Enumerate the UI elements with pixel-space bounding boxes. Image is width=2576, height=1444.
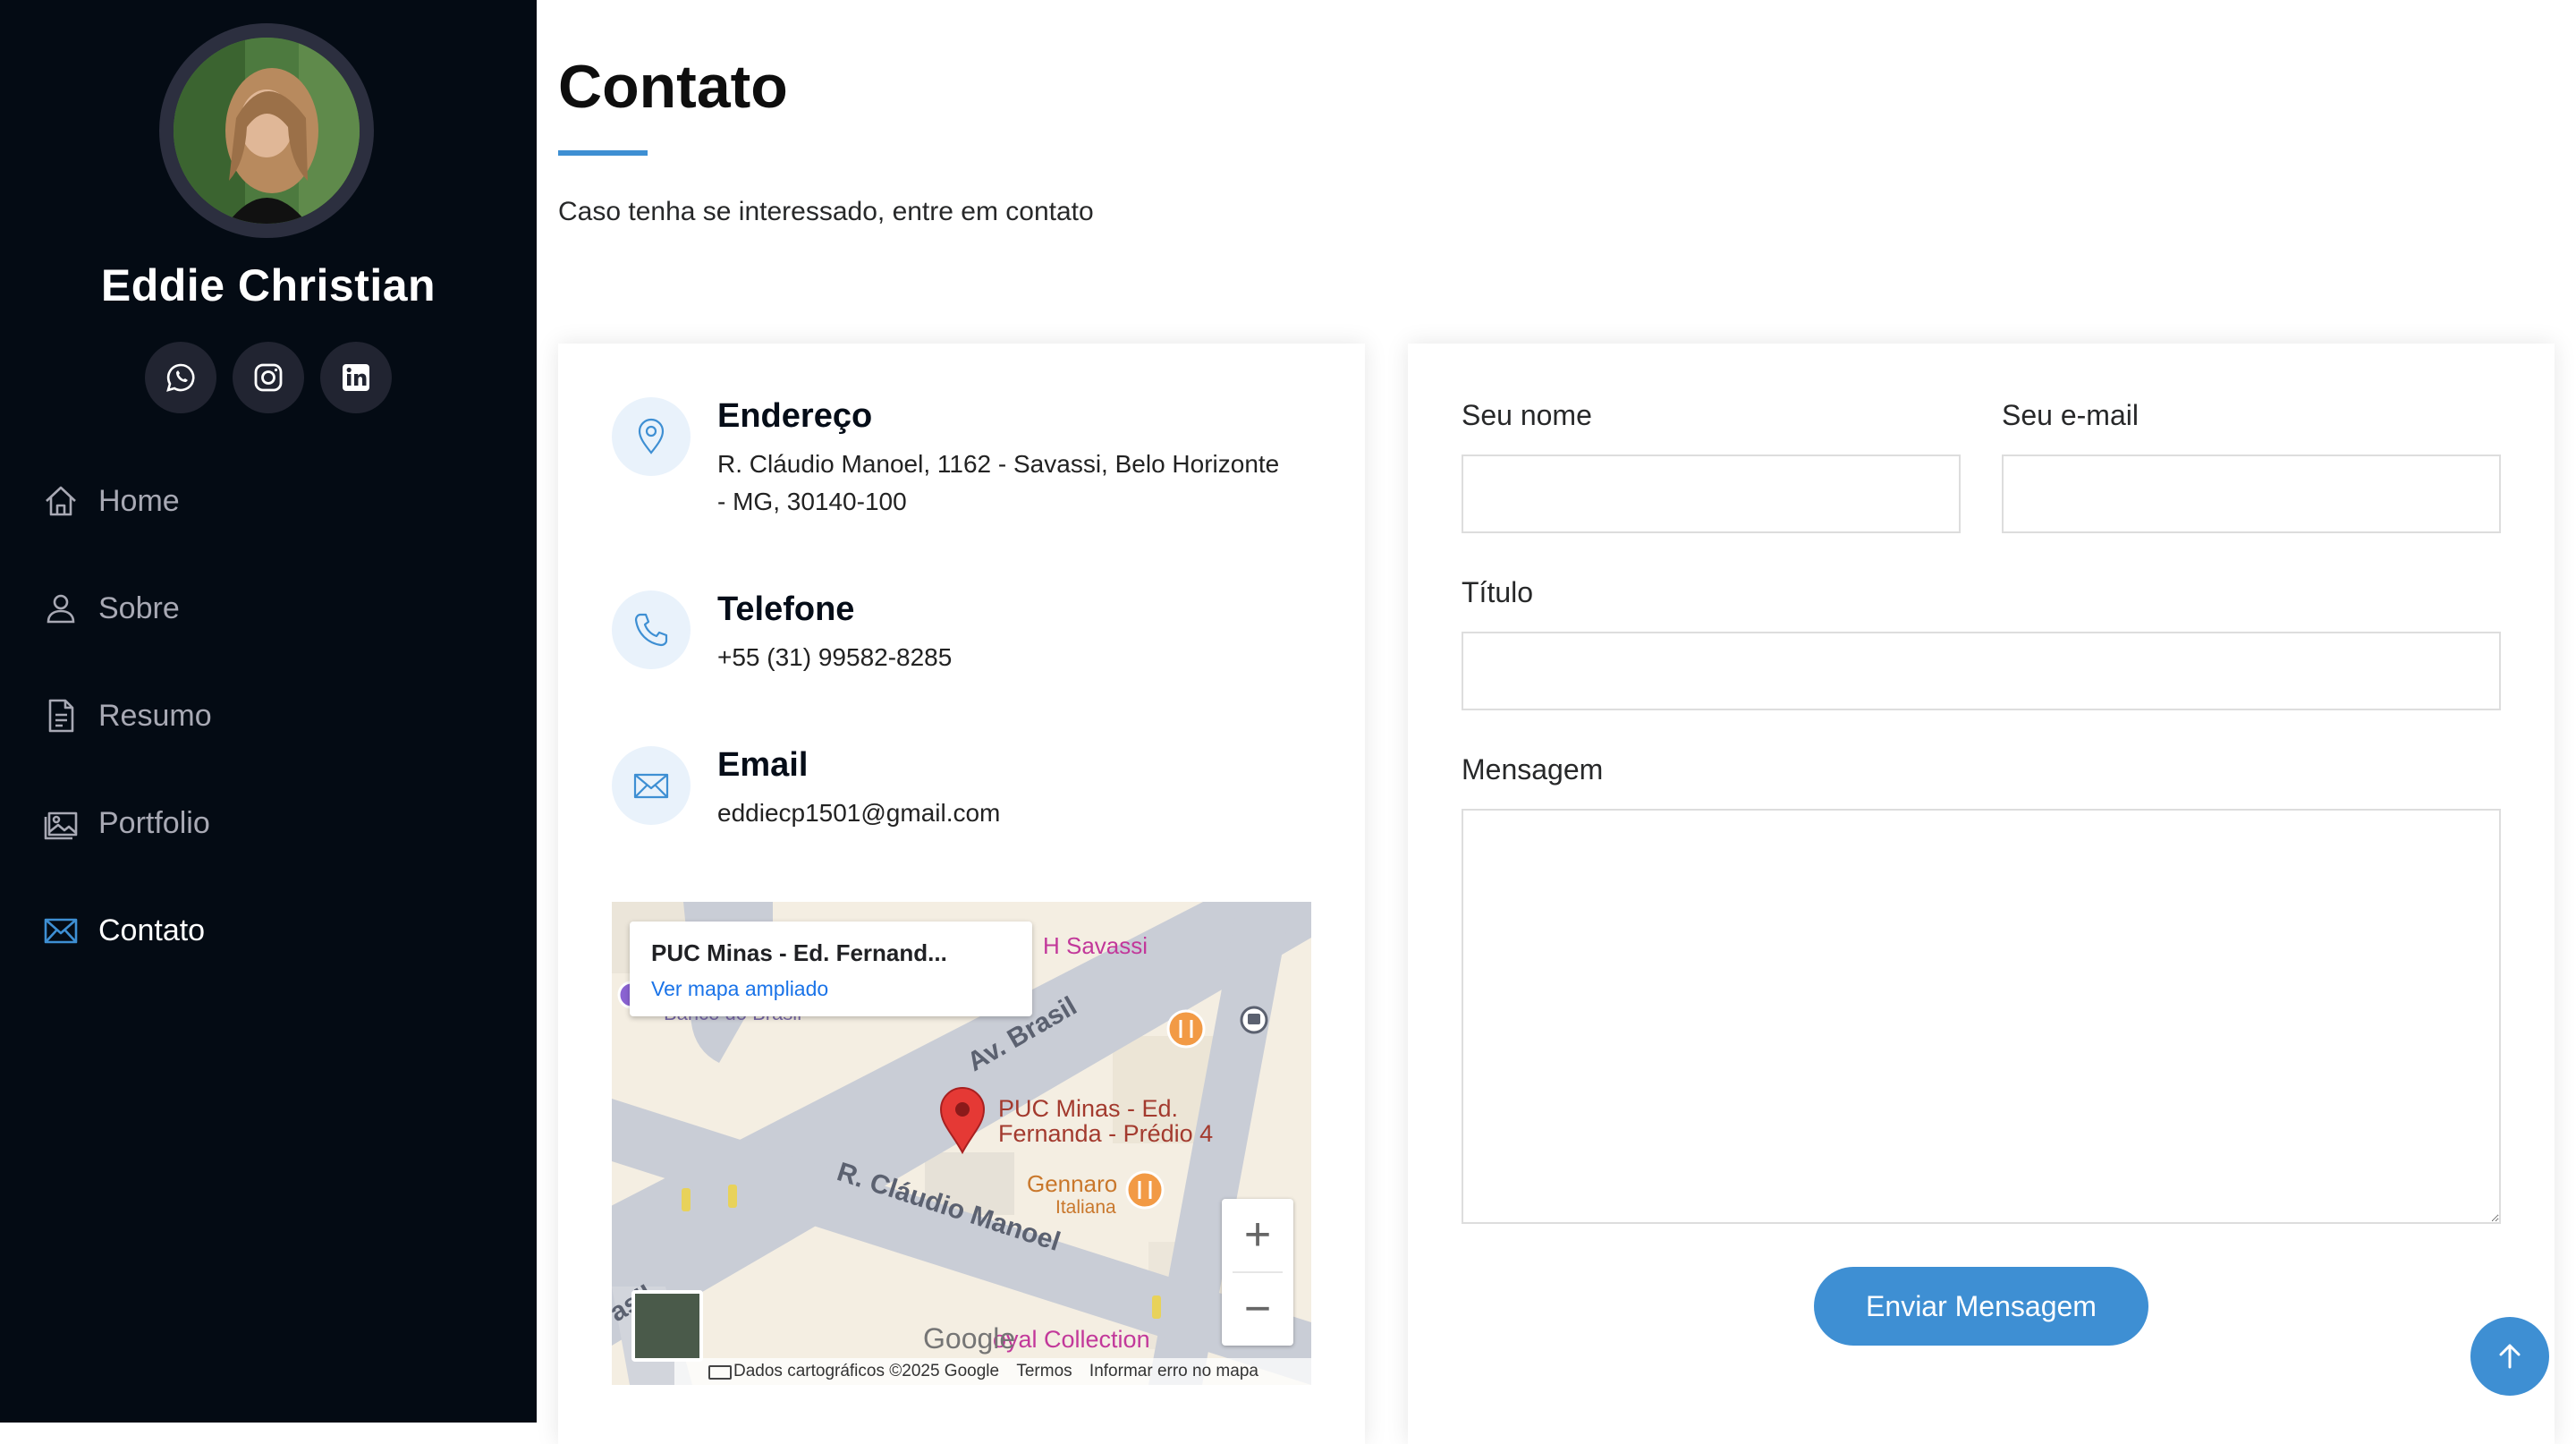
profile-name: Eddie Christian xyxy=(100,260,436,310)
sidebar-item-label: Resumo xyxy=(98,699,212,733)
sidebar-item-resumo[interactable]: Resumo xyxy=(0,662,537,769)
email-label: Seu e-mail xyxy=(2002,399,2139,431)
name-label: Seu nome xyxy=(1462,399,1592,431)
sidebar-item-sobre[interactable]: Sobre xyxy=(0,555,537,662)
sidebar-item-label: Portfolio xyxy=(98,806,210,840)
back-to-top-button[interactable] xyxy=(2470,1317,2549,1396)
map-data-credit: Dados cartográficos ©2025 Google xyxy=(733,1362,1000,1380)
envelope-icon xyxy=(44,918,78,944)
sidebar-item-portfolio[interactable]: Portfolio xyxy=(0,769,537,877)
pin-label-line2: Fernanda - Prédio 4 xyxy=(998,1120,1213,1147)
images-icon xyxy=(44,811,78,840)
map-place-title: PUC Minas - Ed. Fernand... xyxy=(651,939,947,966)
sidebar-item-label: Contato xyxy=(98,913,206,947)
file-icon xyxy=(48,699,74,733)
person-icon xyxy=(47,594,75,624)
profile-photo xyxy=(174,38,360,224)
send-message-button[interactable]: Enviar Mensagem xyxy=(1814,1267,2148,1346)
sidebar: Eddie Christian Home Sobre Resumo Portfo… xyxy=(0,0,537,1423)
phone-title: Telefone xyxy=(717,590,855,628)
instagram-icon xyxy=(254,363,283,392)
sidebar-item-home[interactable]: Home xyxy=(0,447,537,555)
map-terms-link[interactable]: Termos xyxy=(1016,1362,1072,1380)
embedded-map[interactable]: Av. Brasil R. Cláudio Manoel asil H Sava… xyxy=(612,902,1311,1385)
sidebar-item-label: Sobre xyxy=(98,591,180,625)
email-text[interactable]: eddiecp1501@gmail.com xyxy=(717,794,1290,832)
subject-field[interactable] xyxy=(1462,632,2501,710)
restaurant-icon[interactable] xyxy=(1125,1170,1165,1210)
address-icon-circle xyxy=(612,397,691,476)
arrow-up-icon xyxy=(2499,1344,2521,1369)
contact-form-card: Seu nome Seu e-mail Título Mensagem Envi… xyxy=(1408,344,2555,1444)
message-label: Mensagem xyxy=(1462,753,1604,786)
linkedin-button[interactable] xyxy=(320,342,393,413)
google-logo: Google xyxy=(923,1322,1016,1355)
message-field[interactable] xyxy=(1462,809,2501,1224)
map-zoom-controls: + − xyxy=(1222,1199,1293,1346)
keyboard-icon[interactable] xyxy=(708,1365,732,1380)
zoom-out-button[interactable]: − xyxy=(1222,1273,1293,1346)
sidebar-item-contato[interactable]: Contato xyxy=(0,877,537,984)
map-attribution-bar: Dados cartográficos ©2025 Google Termos … xyxy=(674,1358,1311,1385)
social-links xyxy=(0,342,537,413)
phone-icon-circle xyxy=(612,590,691,669)
whatsapp-icon xyxy=(165,363,195,392)
section-description: Caso tenha se interessado, entre em cont… xyxy=(558,197,1094,226)
satellite-toggle-thumbnail[interactable] xyxy=(631,1290,703,1362)
address-text: R. Cláudio Manoel, 1162 - Savassi, Belo … xyxy=(717,450,1280,515)
subject-label: Título xyxy=(1462,576,1534,608)
map-pin-icon xyxy=(638,418,665,454)
pin-label-line1: PUC Minas - Ed. xyxy=(998,1095,1178,1122)
envelope-icon xyxy=(633,773,669,799)
poi-gennaro: Gennaro xyxy=(1027,1170,1117,1197)
bus-stop-icon[interactable] xyxy=(1240,1006,1268,1034)
sidebar-nav: Home Sobre Resumo Portfolio Contato xyxy=(0,447,537,984)
restaurant-icon[interactable] xyxy=(1166,1009,1206,1049)
email-field[interactable] xyxy=(2002,454,2501,533)
whatsapp-button[interactable] xyxy=(144,342,216,413)
email-icon-circle xyxy=(612,746,691,825)
poi-collection: oyal Collection xyxy=(993,1326,1150,1353)
poi-savassi: H Savassi xyxy=(1043,932,1148,959)
sidebar-item-label: Home xyxy=(98,484,180,518)
view-larger-map-link[interactable]: Ver mapa ampliado xyxy=(651,977,828,1001)
page-title: Contato xyxy=(558,53,788,121)
linkedin-icon xyxy=(343,364,370,391)
email-title: Email xyxy=(717,746,809,784)
instagram-button[interactable] xyxy=(233,342,304,413)
map-report-link[interactable]: Informar erro no mapa xyxy=(1089,1362,1258,1380)
title-underline xyxy=(558,150,648,156)
poi-italiana: Italiana xyxy=(1055,1197,1116,1218)
home-icon xyxy=(46,486,76,516)
phone-icon xyxy=(634,613,668,647)
contact-info-card: Endereço R. Cláudio Manoel, 1162 - Savas… xyxy=(558,344,1365,1444)
map-place-card: PUC Minas - Ed. Fernand... Ver mapa ampl… xyxy=(630,922,1032,1016)
address-title: Endereço xyxy=(717,397,873,435)
zoom-in-button[interactable]: + xyxy=(1222,1199,1293,1271)
name-field[interactable] xyxy=(1462,454,1961,533)
phone-text: +55 (31) 99582-8285 xyxy=(717,643,953,671)
avatar xyxy=(159,23,374,238)
